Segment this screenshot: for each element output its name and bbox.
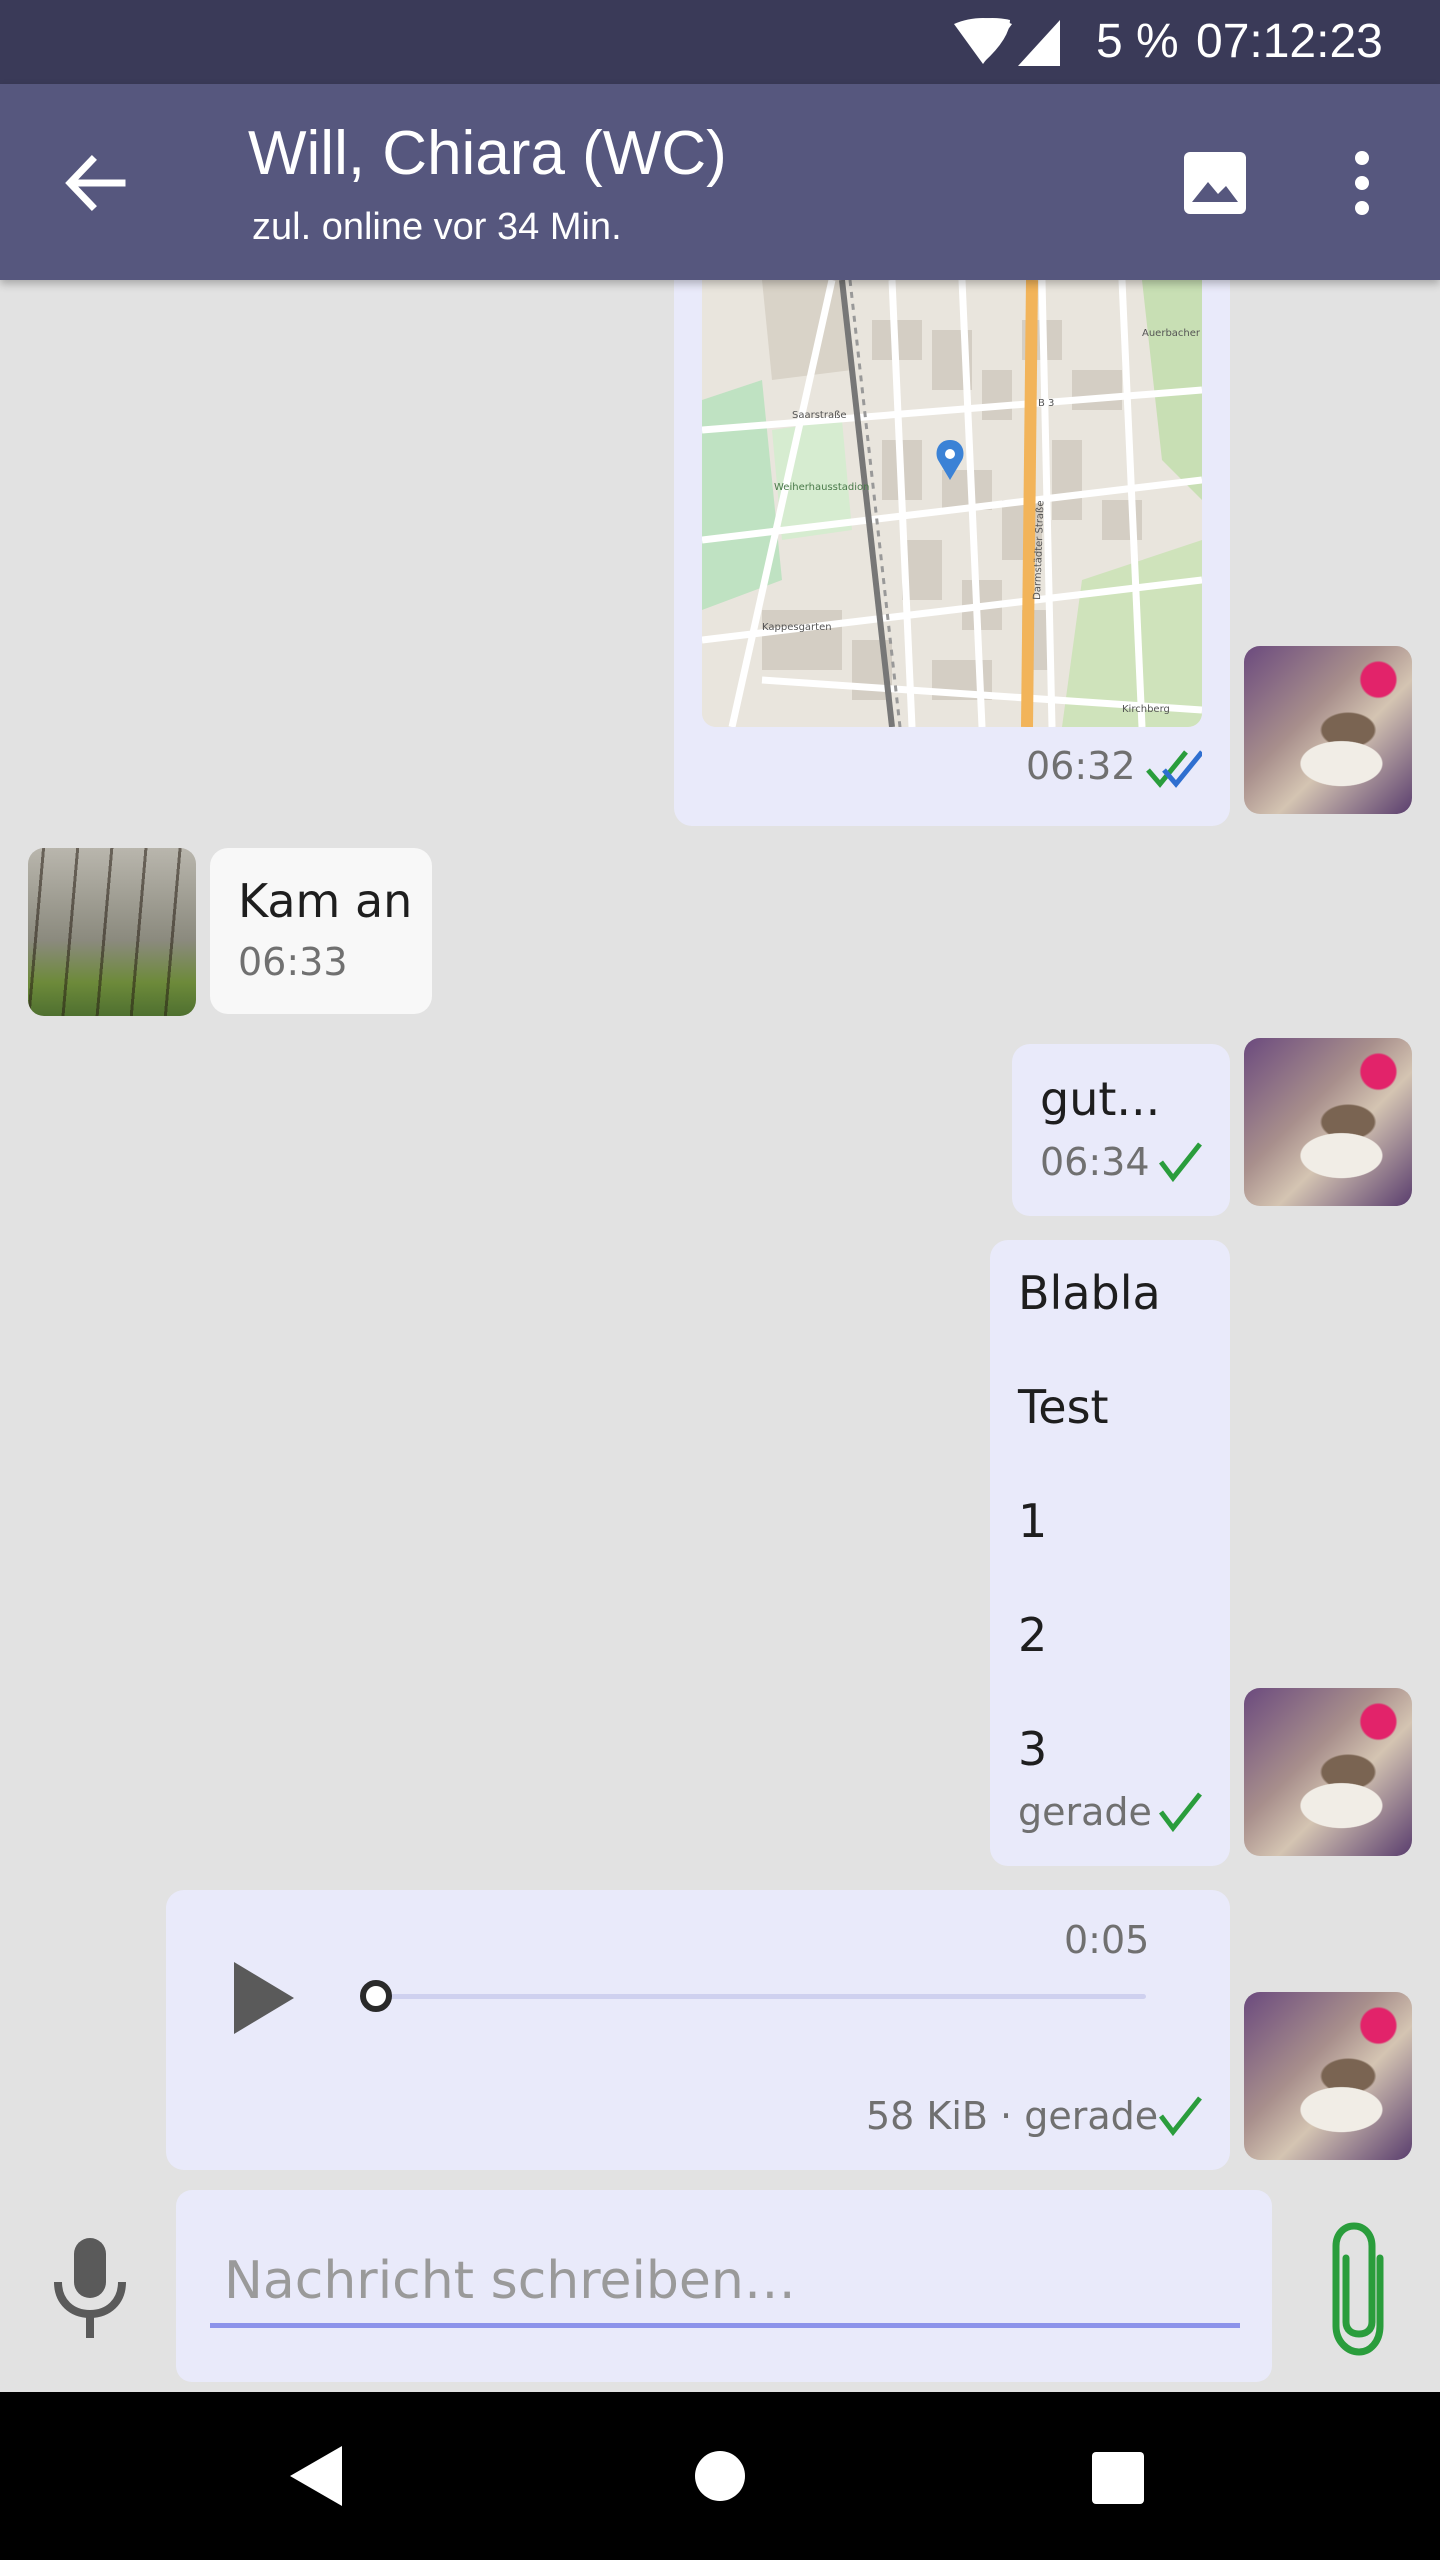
sent-check-icon [1159,1142,1202,1182]
back-arrow-icon[interactable] [62,150,128,216]
message-input[interactable] [210,2238,1240,2328]
microphone-icon[interactable] [50,2236,130,2340]
attachment-paperclip-icon[interactable] [1322,2218,1396,2358]
message-time: gerade [1018,1790,1152,1834]
cell-signal-icon [1018,20,1060,66]
map-label-saarstrasse: Saarstraße [792,410,847,421]
audio-duration: 0:05 [1064,1918,1150,1962]
nav-home-icon[interactable] [694,2450,746,2502]
clock: 07:12:23 [1196,15,1383,68]
location-map[interactable]: Saarstraße Weiherhausstadion Kappesgarte… [702,280,1202,727]
sent-check-icon [1159,1792,1202,1832]
sent-check-icon [1159,2096,1202,2136]
last-online-status: zul. online vor 34 Min. [252,206,622,248]
avatar[interactable] [1244,1038,1412,1206]
map-label-weiherhaus: Weiherhausstadion [774,482,870,493]
map-label-b3: B 3 [1038,398,1054,409]
message-text: gut... [1040,1072,1161,1126]
audio-meta: 58 KiB · gerade [866,2094,1159,2138]
avatar[interactable] [1244,1688,1412,1856]
message-line: 1 [1018,1494,1048,1548]
message-line: 2 [1018,1608,1048,1662]
map-label-kappesgarten: Kappesgarten [762,622,832,633]
nav-back-icon[interactable] [288,2444,344,2508]
audio-seek-handle[interactable] [358,1978,394,2014]
chat-title[interactable]: Will, Chiara (WC) [248,118,727,189]
overflow-menu-icon[interactable] [1350,150,1374,216]
message-composer [176,2190,1272,2382]
gallery-icon[interactable] [1182,150,1248,216]
status-bar: 5 % 07:12:23 [0,0,1440,84]
message-line: Blabla [1018,1266,1161,1320]
read-double-check-icon [1146,750,1202,788]
system-nav-bar [0,2392,1440,2560]
avatar[interactable] [1244,1992,1412,2160]
audio-progress-track[interactable] [376,1994,1146,1999]
contact-avatar[interactable] [28,848,196,1016]
message-line: 3 [1018,1722,1048,1776]
play-button-icon[interactable] [232,1960,296,2036]
incoming-message[interactable] [210,848,432,1014]
map-label-kirchberg: Kirchberg [1122,704,1170,715]
outgoing-message[interactable] [1012,1044,1230,1216]
message-time: 06:32 [1026,744,1136,788]
map-label-auerbach: Auerbacher Fürstenlager [1142,328,1202,339]
avatar[interactable] [1244,646,1412,814]
message-line: Test [1018,1380,1109,1434]
message-time: 06:33 [238,940,348,984]
message-text: Kam an [238,874,413,928]
battery-level: 5 % [1096,15,1179,68]
app-bar: Will, Chiara (WC) zul. online vor 34 Min… [0,84,1440,280]
nav-recents-icon[interactable] [1090,2450,1146,2506]
message-time: 06:34 [1040,1140,1150,1184]
